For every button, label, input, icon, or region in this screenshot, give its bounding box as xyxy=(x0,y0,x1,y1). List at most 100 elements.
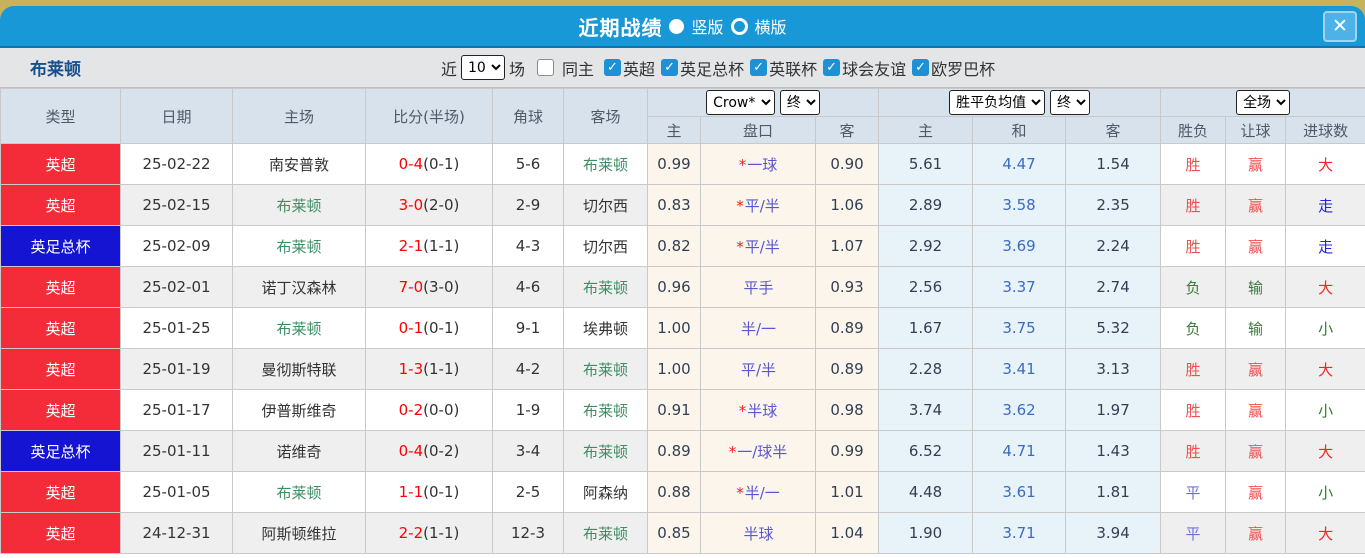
cell-league-badge: 英足总杯 xyxy=(0,430,121,472)
cell-league-badge: 英超 xyxy=(0,348,121,390)
match-row: 英足总杯 25-01-11 诺维奇 0-4(0-2) 3-4 布莱顿 0.89 … xyxy=(0,430,1365,472)
cell-score: 2-2(1-1) xyxy=(365,512,493,554)
avg-odds-select[interactable]: 胜平负均值 xyxy=(949,90,1046,115)
cell-avg-draw-odds: 3.71 xyxy=(972,512,1067,554)
avg-state-select[interactable]: 终 xyxy=(1049,90,1090,115)
bookmaker-select[interactable]: Crow* xyxy=(706,90,776,115)
recent-count-select[interactable]: 10 xyxy=(461,55,506,80)
cell-corners: 5-6 xyxy=(492,143,564,185)
cell-result-goals: 大 xyxy=(1285,430,1365,472)
subheader-result-handicap: 让球 xyxy=(1225,116,1287,144)
match-row: 英超 24-12-31 阿斯顿维拉 2-2(1-1) 12-3 布莱顿 0.85… xyxy=(0,512,1365,554)
cell-score: 0-2(0-0) xyxy=(365,389,493,431)
cell-result-wdl: 胜 xyxy=(1160,389,1227,431)
cell-result-handicap: 输 xyxy=(1225,307,1287,349)
cell-result-wdl: 负 xyxy=(1160,266,1227,308)
subheader-avg-draw: 和 xyxy=(972,116,1067,144)
scope-select[interactable]: 全场 xyxy=(1236,90,1291,115)
cell-home-team: 曼彻斯特联 xyxy=(232,348,366,390)
cell-avg-draw-odds: 3.62 xyxy=(972,389,1067,431)
scope-select-group: 全场 xyxy=(1160,88,1365,117)
cell-avg-draw-odds: 4.47 xyxy=(972,143,1067,185)
recent-label: 近 xyxy=(441,59,458,79)
cell-avg-win-odds: 2.28 xyxy=(878,348,974,390)
subheader-handicap-away: 客 xyxy=(814,116,880,144)
cell-handicap-line: *平/半 xyxy=(700,184,816,226)
cell-result-wdl: 平 xyxy=(1160,471,1227,513)
col-header-home: 主场 xyxy=(232,88,366,144)
cell-date: 25-02-09 xyxy=(120,225,233,267)
cell-result-handicap: 赢 xyxy=(1225,225,1287,267)
competition-checkbox-2[interactable] xyxy=(750,59,768,76)
cell-avg-lose-odds: 2.24 xyxy=(1065,225,1162,267)
cell-corners: 4-6 xyxy=(492,266,564,308)
cell-avg-draw-odds: 4.71 xyxy=(972,430,1067,472)
cell-handicap-away-odds: 0.99 xyxy=(814,430,880,472)
radio-vertical-layout[interactable] xyxy=(669,18,685,34)
cell-handicap-home-odds: 0.99 xyxy=(647,143,701,185)
col-header-score: 比分(半场) xyxy=(365,88,493,144)
cell-avg-lose-odds: 5.32 xyxy=(1065,307,1162,349)
cell-handicap-line: *一/球半 xyxy=(700,430,816,472)
cell-handicap-home-odds: 0.96 xyxy=(647,266,701,308)
cell-date: 25-02-01 xyxy=(120,266,233,308)
cell-avg-lose-odds: 1.81 xyxy=(1065,471,1162,513)
cell-handicap-away-odds: 0.89 xyxy=(814,307,880,349)
match-row: 英超 25-01-17 伊普斯维奇 0-2(0-0) 1-9 布莱顿 0.91 … xyxy=(0,389,1365,431)
competition-label-2: 英联杯 xyxy=(769,59,818,79)
cell-avg-lose-odds: 2.74 xyxy=(1065,266,1162,308)
cell-score: 3-0(2-0) xyxy=(365,184,493,226)
cell-avg-win-odds: 2.56 xyxy=(878,266,974,308)
cell-handicap-away-odds: 1.04 xyxy=(814,512,880,554)
same-venue-checkbox[interactable] xyxy=(537,59,555,76)
cell-date: 25-02-15 xyxy=(120,184,233,226)
match-row: 英超 25-01-05 布莱顿 1-1(0-1) 2-5 阿森纳 0.88 *半… xyxy=(0,471,1365,513)
panel-title: 近期战绩 xyxy=(578,15,663,40)
cell-away-team: 布莱顿 xyxy=(563,348,648,390)
cell-league-badge: 英超 xyxy=(0,471,121,513)
col-header-type: 类型 xyxy=(0,88,121,144)
results-table: 类型 日期 主场 比分(半场) 角球 客场 Crow* 终 胜平负均值 终 全场 xyxy=(0,88,1365,554)
cell-league-badge: 英超 xyxy=(0,307,121,349)
cell-avg-draw-odds: 3.41 xyxy=(972,348,1067,390)
cell-result-wdl: 胜 xyxy=(1160,430,1227,472)
cell-avg-draw-odds: 3.58 xyxy=(972,184,1067,226)
cell-home-team: 伊普斯维奇 xyxy=(232,389,366,431)
cell-corners: 4-2 xyxy=(492,348,564,390)
cell-handicap-line: *一球 xyxy=(700,143,816,185)
radio-horizontal-label[interactable]: 横版 xyxy=(755,14,787,38)
cell-corners: 3-4 xyxy=(492,430,564,472)
bookmaker-state-select[interactable]: 终 xyxy=(779,90,820,115)
cell-league-badge: 英超 xyxy=(0,184,121,226)
competition-checkbox-0[interactable] xyxy=(604,59,622,76)
cell-result-goals: 大 xyxy=(1285,266,1365,308)
cell-handicap-home-odds: 1.00 xyxy=(647,348,701,390)
cell-handicap-home-odds: 1.00 xyxy=(647,307,701,349)
competition-checkbox-3[interactable] xyxy=(823,59,841,76)
cell-result-goals: 大 xyxy=(1285,143,1365,185)
cell-away-team: 切尔西 xyxy=(563,184,648,226)
competition-label-1: 英足总杯 xyxy=(680,59,745,79)
cell-away-team: 阿森纳 xyxy=(563,471,648,513)
cell-result-handicap: 赢 xyxy=(1225,512,1287,554)
close-icon[interactable]: ✕ xyxy=(1323,11,1357,42)
cell-score: 7-0(3-0) xyxy=(365,266,493,308)
cell-league-badge: 英超 xyxy=(0,143,121,185)
titlebar-wrap: 近期战绩 竖版 横版 ✕ xyxy=(0,0,1365,48)
radio-horizontal-layout[interactable] xyxy=(730,17,748,35)
cell-handicap-home-odds: 0.88 xyxy=(647,471,701,513)
cell-avg-lose-odds: 3.13 xyxy=(1065,348,1162,390)
cell-home-team: 布莱顿 xyxy=(232,307,366,349)
competition-checkbox-4[interactable] xyxy=(912,59,930,76)
cell-corners: 4-3 xyxy=(492,225,564,267)
cell-score: 1-1(0-1) xyxy=(365,471,493,513)
cell-home-team: 布莱顿 xyxy=(232,471,366,513)
radio-vertical-label[interactable]: 竖版 xyxy=(691,14,723,38)
cell-score: 1-3(1-1) xyxy=(365,348,493,390)
cell-result-goals: 小 xyxy=(1285,471,1365,513)
subheader-avg-win: 主 xyxy=(878,116,974,144)
cell-date: 25-01-11 xyxy=(120,430,233,472)
cell-handicap-line: 平手 xyxy=(700,266,816,308)
competition-checkbox-1[interactable] xyxy=(661,59,679,76)
cell-avg-win-odds: 2.92 xyxy=(878,225,974,267)
